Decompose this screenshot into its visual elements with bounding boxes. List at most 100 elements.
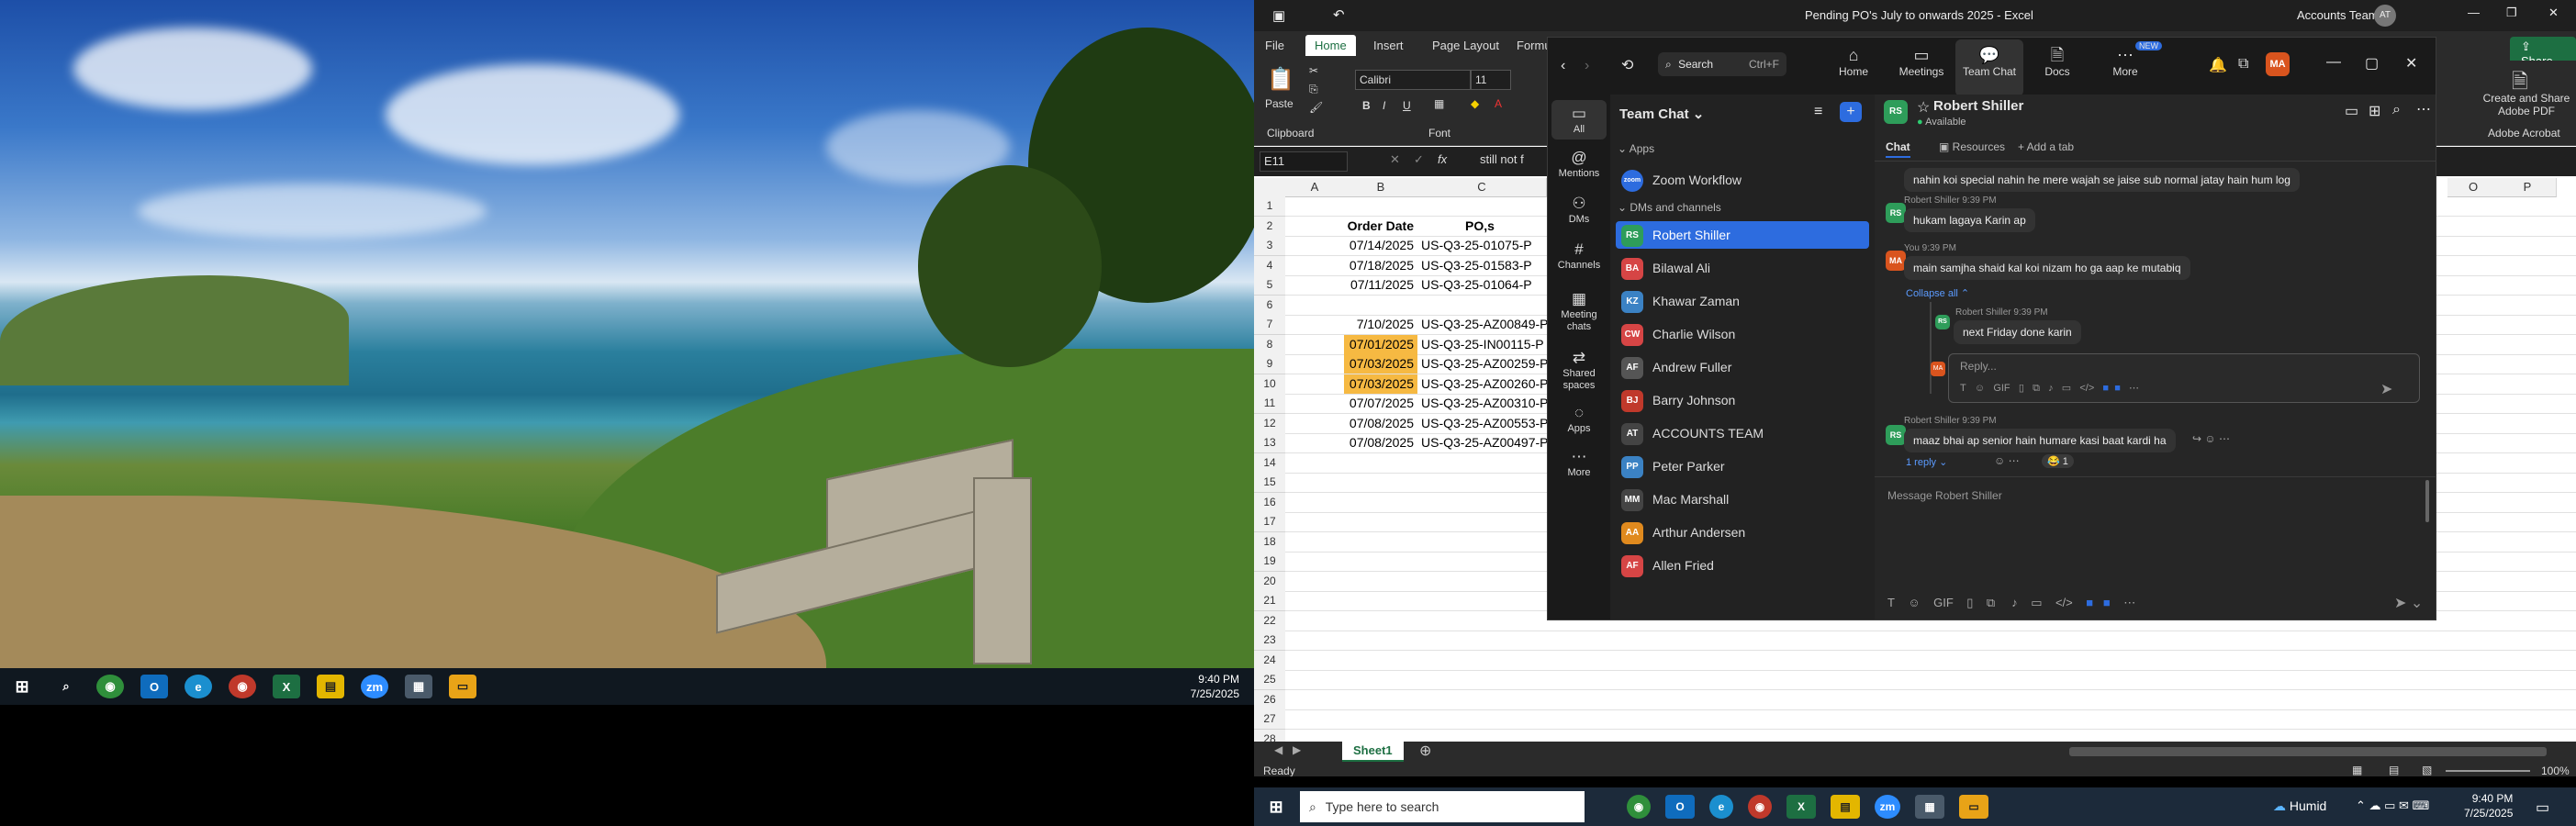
paste-label[interactable]: Paste bbox=[1265, 97, 1294, 110]
cell[interactable]: US-Q3-25-AZ00849-P bbox=[1421, 315, 1550, 334]
message-input[interactable]: Message Robert Shiller bbox=[1887, 489, 2002, 502]
tab-home[interactable]: Home bbox=[1305, 35, 1356, 56]
start-icon[interactable]: ⊞ bbox=[1261, 795, 1291, 819]
message-avatar[interactable]: RS bbox=[1886, 425, 1906, 445]
chat-more-icon[interactable]: ⋯ bbox=[2416, 100, 2431, 118]
add-people-icon[interactable]: ⊞ bbox=[2369, 102, 2380, 120]
cell[interactable]: Order Date bbox=[1344, 217, 1417, 236]
notifications-icon[interactable]: ▭ bbox=[2536, 798, 2549, 817]
row-header[interactable]: 20 bbox=[1254, 571, 1285, 592]
contact-item[interactable]: PP Peter Parker bbox=[1616, 452, 1869, 480]
row-header[interactable]: 13 bbox=[1254, 433, 1285, 453]
name-box[interactable]: E11 bbox=[1260, 151, 1348, 172]
row-header[interactable]: 16 bbox=[1254, 492, 1285, 513]
excel-icon[interactable]: X bbox=[273, 675, 300, 698]
cell[interactable]: 07/08/2025 bbox=[1344, 414, 1417, 433]
column-header-o[interactable]: O bbox=[2447, 178, 2500, 197]
app-icon[interactable]: ■ bbox=[2103, 596, 2111, 609]
zoom-level[interactable]: 100% bbox=[2541, 765, 2570, 776]
cell[interactable]: US-Q3-25-AZ00260-P bbox=[1421, 374, 1550, 394]
normal-view-icon[interactable]: ▦ bbox=[2352, 764, 2362, 776]
account-avatar[interactable]: AT bbox=[2374, 5, 2396, 27]
column-header-a[interactable]: A bbox=[1285, 178, 1345, 197]
close-icon[interactable]: ✕ bbox=[2548, 6, 2559, 20]
tab-page-layout[interactable]: Page Layout bbox=[1432, 39, 1499, 52]
row-header[interactable]: 26 bbox=[1254, 689, 1285, 710]
start-icon[interactable]: ⊞ bbox=[8, 675, 36, 698]
contact-item[interactable]: RS Robert Shiller bbox=[1616, 221, 1869, 249]
row-header[interactable]: 6 bbox=[1254, 295, 1285, 316]
page-break-view-icon[interactable]: ▧ bbox=[2422, 764, 2432, 776]
screen-share-icon[interactable]: ⧉ bbox=[2238, 56, 2248, 73]
rail-item-channels[interactable]: # Channels bbox=[1551, 240, 1607, 272]
format-icon[interactable]: T bbox=[1887, 596, 1895, 609]
nav-home[interactable]: ⌂ Home bbox=[1820, 45, 1887, 78]
cell[interactable]: 07/08/2025 bbox=[1344, 433, 1417, 452]
cell[interactable]: US-Q3-25-AZ00497-P bbox=[1421, 433, 1550, 452]
sticky-notes-icon[interactable]: ▤ bbox=[317, 675, 344, 698]
contact-item[interactable]: CW Charlie Wilson bbox=[1616, 320, 1869, 348]
contact-item[interactable]: AF Andrew Fuller bbox=[1616, 353, 1869, 381]
mic-icon[interactable]: ♪ bbox=[2011, 596, 2018, 609]
rail-item-mentions[interactable]: @ Mentions bbox=[1551, 148, 1607, 180]
add-tab-button[interactable]: + Add a tab bbox=[2018, 140, 2074, 153]
rail-item-all[interactable]: ▭ All bbox=[1551, 100, 1607, 140]
tab-chat[interactable]: Chat bbox=[1886, 140, 1910, 158]
more-icon[interactable]: ⋯ bbox=[2123, 596, 2135, 609]
zoom-icon[interactable]: zm bbox=[1875, 795, 1900, 819]
confirm-formula-icon[interactable]: ✓ bbox=[1414, 152, 1424, 167]
row-header[interactable]: 4 bbox=[1254, 255, 1285, 276]
gif-icon[interactable]: GIF bbox=[1993, 383, 2010, 394]
message-actions[interactable]: ↪ ☺ ⋯ bbox=[2192, 432, 2230, 445]
fill-color-icon[interactable]: ◆ bbox=[1471, 97, 1479, 110]
row-header[interactable]: 2 bbox=[1254, 216, 1285, 237]
maximize-icon[interactable]: ❐ bbox=[2506, 6, 2517, 20]
font-size-select[interactable]: 11 bbox=[1471, 70, 1511, 90]
file-icon[interactable]: ▯ bbox=[2019, 383, 2024, 394]
emoji-icon[interactable]: ☺ bbox=[1975, 383, 1985, 394]
cell[interactable]: 07/18/2025 bbox=[1344, 256, 1417, 275]
sticky-notes-icon[interactable]: ▤ bbox=[1831, 795, 1860, 819]
contact-item[interactable]: MM Mac Marshall bbox=[1616, 486, 1869, 513]
minimize-icon[interactable]: — bbox=[2468, 6, 2480, 19]
outlook-icon[interactable]: O bbox=[140, 675, 168, 698]
reply-avatar[interactable]: RS bbox=[1935, 315, 1950, 329]
tab-resources[interactable]: ▣ Resources bbox=[1939, 140, 2005, 153]
undo-icon[interactable]: ↶ bbox=[1333, 6, 1345, 23]
rail-item-apps[interactable]: ◌ Apps bbox=[1551, 403, 1607, 435]
column-header-c[interactable]: C bbox=[1417, 178, 1547, 197]
row-header[interactable]: 19 bbox=[1254, 552, 1285, 572]
horizontal-scrollbar[interactable] bbox=[2069, 747, 2547, 756]
message-text[interactable]: maaz bhai ap senior hain humare kasi baa… bbox=[1904, 429, 2176, 452]
minimize-icon[interactable]: — bbox=[2326, 54, 2341, 71]
cell[interactable]: 07/03/2025 bbox=[1344, 354, 1417, 374]
screenshot-icon[interactable]: ⧉ bbox=[2033, 383, 2040, 394]
row-header[interactable]: 11 bbox=[1254, 394, 1285, 414]
cancel-formula-icon[interactable]: ✕ bbox=[1390, 152, 1400, 167]
chrome-icon[interactable]: ◉ bbox=[1748, 795, 1772, 819]
borders-icon[interactable]: ▦ bbox=[1434, 97, 1444, 110]
reply-text[interactable]: next Friday done karin bbox=[1954, 320, 2081, 344]
cell[interactable]: 7/10/2025 bbox=[1344, 315, 1417, 334]
account-name[interactable]: Accounts Team bbox=[2297, 8, 2379, 22]
cell[interactable]: 07/03/2025 bbox=[1344, 374, 1417, 394]
row-header[interactable]: 3 bbox=[1254, 236, 1285, 256]
cell[interactable]: 07/11/2025 bbox=[1344, 275, 1417, 295]
nav-meetings[interactable]: ▭ Meetings bbox=[1887, 45, 1955, 78]
contact-item[interactable]: KZ Khawar Zaman bbox=[1616, 287, 1869, 315]
edge-icon[interactable]: e bbox=[185, 675, 212, 698]
search-box[interactable]: ⌕ Search Ctrl+F bbox=[1658, 52, 1786, 76]
row-header[interactable]: 22 bbox=[1254, 610, 1285, 631]
contact-item[interactable]: BJ Barry Johnson bbox=[1616, 386, 1869, 414]
row-header[interactable]: 12 bbox=[1254, 413, 1285, 434]
cut-icon[interactable]: ✂ bbox=[1309, 64, 1318, 77]
code-icon[interactable]: </> bbox=[2055, 596, 2073, 609]
forward-icon[interactable]: › bbox=[1585, 58, 1589, 74]
reaction-badge[interactable]: 😂 1 bbox=[2042, 454, 2074, 468]
cell[interactable]: 07/01/2025 bbox=[1344, 334, 1417, 354]
row-header[interactable]: 24 bbox=[1254, 650, 1285, 671]
row-header[interactable]: 5 bbox=[1254, 275, 1285, 296]
italic-icon[interactable]: I bbox=[1383, 99, 1385, 112]
star-icon[interactable]: ☆ bbox=[1917, 98, 1930, 117]
row-header[interactable]: 27 bbox=[1254, 709, 1285, 730]
